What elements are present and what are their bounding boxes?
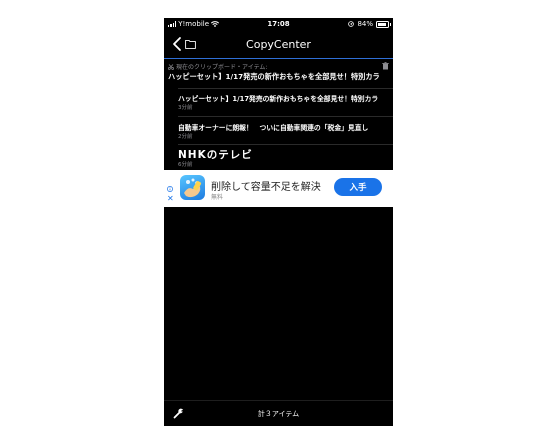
phone-screen: Y!mobile 17:08 84% CopyCenter 現在のクリップボード… [164,18,393,426]
battery-fill [378,22,386,26]
list-item[interactable]: NHKのテレビ 6分前 [164,145,393,170]
get-button[interactable]: 入手 [334,178,382,196]
list-item-text: 自動車オーナーに朗報！ ついに自動車関連の「税金」見直し [178,124,369,132]
nav-bar: CopyCenter [164,31,393,57]
app-icon[interactable] [180,175,205,200]
trash-icon[interactable] [382,62,389,70]
ad-banner[interactable]: ✕ 削除して容量不足を解決 無料 入手 [164,170,393,207]
location-icon [348,21,355,27]
list-item-time: 6分前 [178,162,193,168]
list-divider [178,116,393,117]
ad-title: 削除して容量不足を解決 [211,182,321,193]
list-divider [178,88,393,89]
current-clipboard[interactable]: 現在のクリップボード・アイテム: ハッピーセット】1/17発売の新作おもちゃを全… [164,61,393,87]
scissors-icon [168,63,174,70]
list-item-time: 3分前 [178,105,193,111]
status-right: 84% [348,20,391,28]
list-item-text: NHKのテレビ [178,149,253,161]
list-item[interactable]: ハッピーセット】1/17発売の新作おもちゃを全部見せ！特別カラ 3分前 [164,90,393,115]
nav-divider [164,58,393,59]
current-clipboard-label: 現在のクリップボード・アイテム: [176,64,268,71]
item-count: 計３アイテム [257,410,300,418]
list-item-time: 2分前 [178,134,193,140]
current-clipboard-text: ハッピーセット】1/17発売の新作おもちゃを全部見せ！特別カラ [168,72,380,81]
ad-info-icon[interactable] [167,186,173,192]
battery-icon [376,20,391,28]
bottom-bar: 計３アイテム [164,400,393,426]
ad-close-icon[interactable]: ✕ [167,195,174,203]
battery-percent: 84% [357,20,373,28]
current-clipboard-header: 現在のクリップボード・アイテム: [168,62,267,71]
app-icon-art [184,178,202,198]
list-item[interactable]: 自動車オーナーに朗報！ ついに自動車関連の「税金」見直し 2分前 [164,119,393,144]
nav-title: CopyCenter [246,38,311,51]
list-item-text: ハッピーセット】1/17発売の新作おもちゃを全部見せ！特別カラ [178,95,379,103]
status-bar: Y!mobile 17:08 84% [164,18,393,30]
ad-subtitle: 無料 [211,194,224,201]
